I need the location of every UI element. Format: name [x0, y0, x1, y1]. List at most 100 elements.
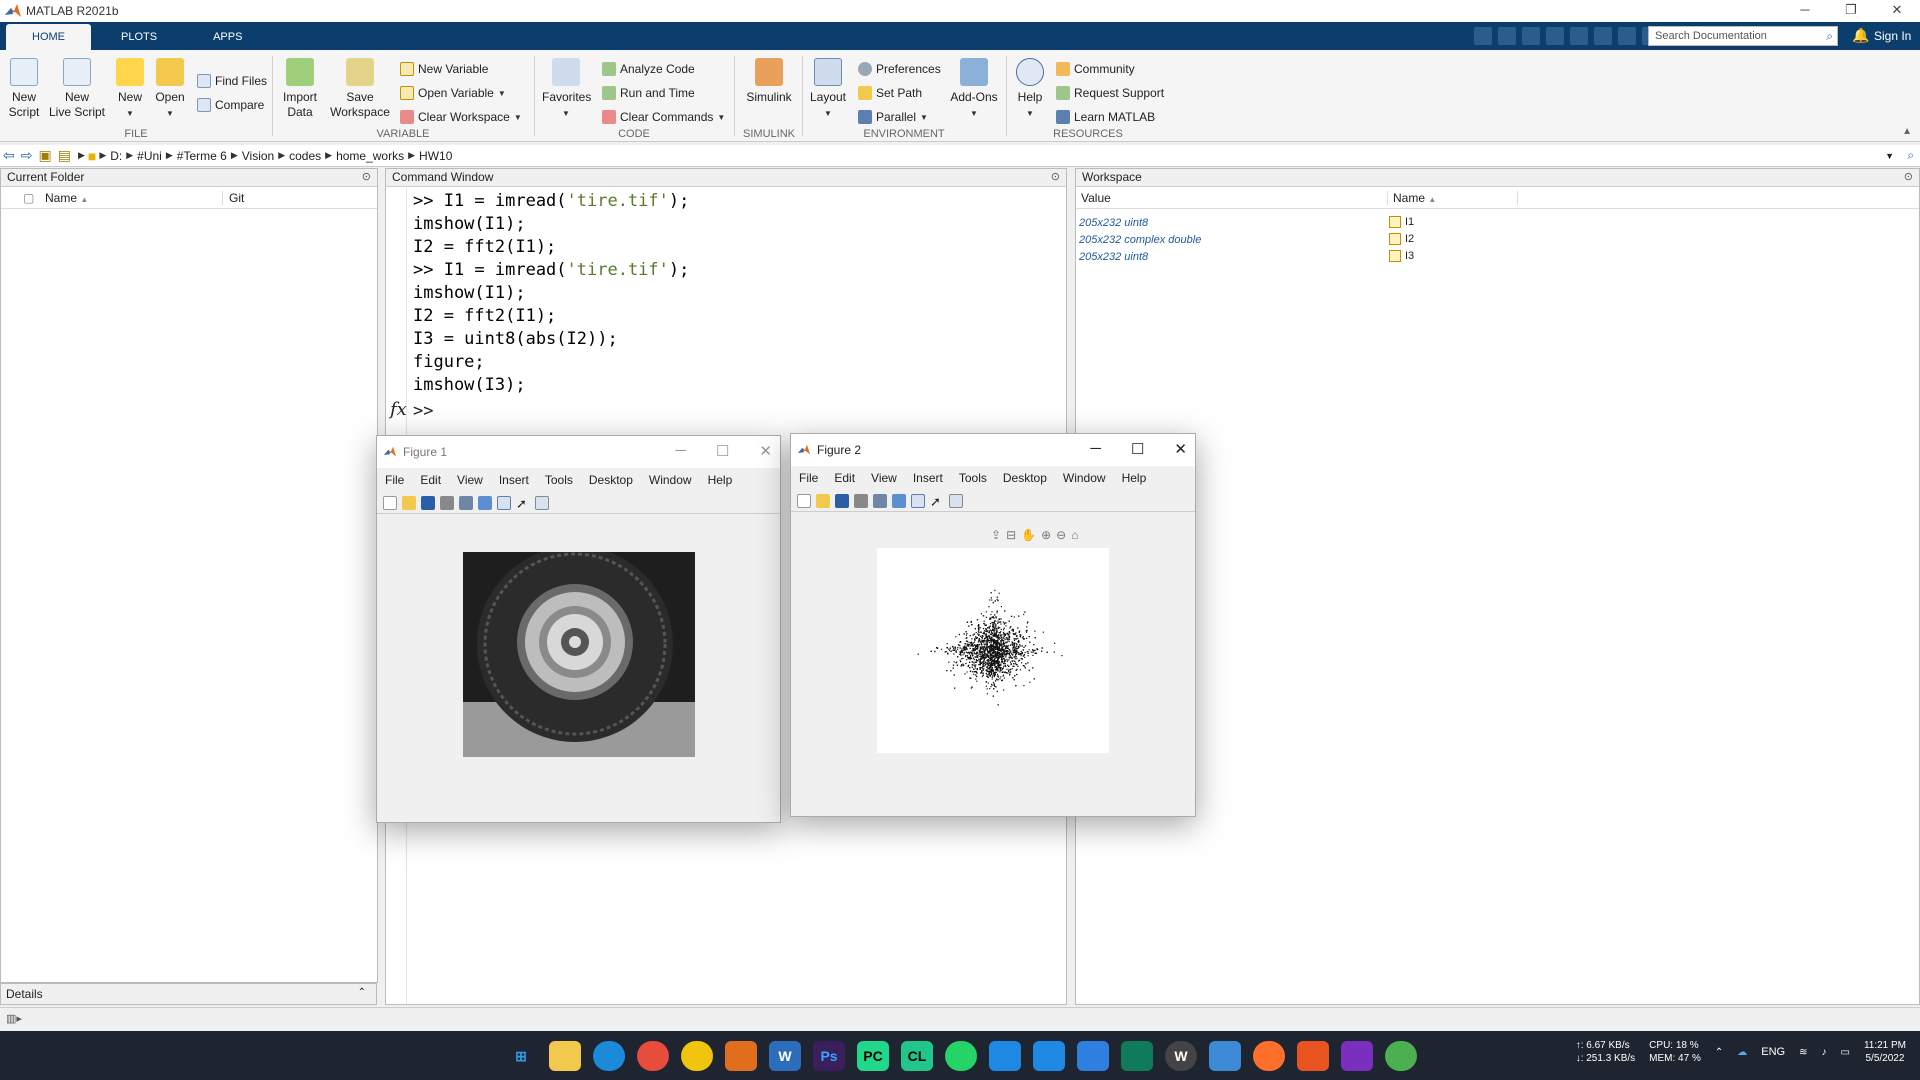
analyze-code-button[interactable]: Analyze Code [602, 62, 695, 76]
help-button[interactable]: Help ▼ [1012, 58, 1048, 121]
property-inspector-icon[interactable] [535, 495, 549, 510]
ubuntu-icon[interactable] [1297, 1041, 1329, 1071]
zoom-out-icon[interactable]: ⊖ [1056, 528, 1066, 542]
address-dropdown-icon[interactable]: ▼ [1885, 151, 1894, 161]
panel-menu-icon[interactable]: ⊙ [1051, 170, 1060, 183]
clock-date[interactable]: 5/5/2022 [1864, 1052, 1906, 1065]
colorbar-icon[interactable] [892, 493, 906, 508]
edge-browser-icon[interactable] [593, 1041, 625, 1071]
file-explorer-icon[interactable] [549, 1041, 581, 1071]
figure-1-window[interactable]: Figure 1 ─ ☐ ✕ File Edit View Insert Tools… [376, 435, 781, 823]
run-and-time-button[interactable]: Run and Time [602, 86, 695, 100]
search-documentation-input[interactable]: Search Documentation ⌕ [1648, 26, 1838, 46]
notification-bell-icon[interactable]: 🔔 [1852, 27, 1869, 43]
legend-icon[interactable] [911, 493, 925, 508]
restore-button[interactable]: ❐ [1828, 0, 1874, 22]
cursor-arrow-icon[interactable]: ➚ [516, 496, 530, 511]
column-name[interactable]: Name ▲ [41, 190, 223, 205]
clear-commands-button[interactable]: Clear Commands ▼ [602, 110, 725, 124]
cursor-arrow-icon[interactable]: ➚ [930, 494, 944, 509]
home-icon[interactable]: ⌂ [1071, 528, 1078, 542]
forward-arrow-icon[interactable]: ⇨ [21, 147, 33, 164]
learn-matlab-button[interactable]: Learn MATLAB [1056, 110, 1155, 124]
new-variable-button[interactable]: New Variable [400, 62, 488, 76]
minimize-button[interactable]: ─ [675, 442, 686, 460]
cut-icon[interactable] [1498, 27, 1516, 45]
colorbar-icon[interactable] [478, 495, 492, 510]
wifi-icon[interactable]: ≋ [1799, 1047, 1807, 1058]
print-icon[interactable] [854, 493, 868, 508]
menu-window[interactable]: Window [1055, 471, 1114, 485]
copy-icon[interactable] [1522, 27, 1540, 45]
close-button[interactable]: ✕ [1174, 440, 1187, 458]
windows-start-icon[interactable]: ⊞ [505, 1041, 537, 1071]
pan-hand-icon[interactable]: ✋ [1021, 528, 1036, 542]
property-inspector-icon[interactable] [949, 493, 963, 508]
layout-button[interactable]: Layout ▼ [808, 58, 848, 121]
menu-tools[interactable]: Tools [537, 473, 581, 487]
menu-view[interactable]: View [863, 471, 905, 485]
community-button[interactable]: Community [1056, 62, 1135, 76]
visual-studio-icon[interactable] [1341, 1041, 1373, 1071]
menu-edit[interactable]: Edit [412, 473, 449, 487]
search-icon[interactable]: ⌕ [1826, 29, 1833, 44]
menu-help[interactable]: Help [700, 473, 741, 487]
up-folder-icon[interactable]: ▣ [38, 147, 51, 164]
breadcrumb-terme6[interactable]: #Terme 6 [177, 149, 227, 163]
new-figure-icon[interactable] [797, 493, 811, 508]
breadcrumb-codes[interactable]: codes [289, 149, 321, 163]
workspace-var-i1[interactable]: I1 [1389, 216, 1414, 228]
figure-2-window[interactable]: Figure 2 ─ ☐ ✕ File Edit View Insert Tools… [790, 433, 1196, 817]
panel-menu-icon[interactable]: ⊙ [1904, 170, 1913, 183]
menu-insert[interactable]: Insert [905, 471, 951, 485]
minimize-button[interactable]: ─ [1782, 0, 1828, 22]
menu-window[interactable]: Window [641, 473, 700, 487]
menu-tools[interactable]: Tools [951, 471, 995, 485]
menu-file[interactable]: File [377, 473, 412, 487]
cloud-icon[interactable]: ☁ [1737, 1047, 1747, 1058]
tab-home[interactable]: HOME [6, 24, 91, 50]
matlab-taskbar-icon[interactable] [725, 1041, 757, 1071]
save-icon[interactable] [421, 495, 435, 510]
menu-desktop[interactable]: Desktop [581, 473, 641, 487]
menu-file[interactable]: File [791, 471, 826, 485]
search-folder-icon[interactable]: ⌕ [1907, 148, 1914, 163]
request-support-button[interactable]: Request Support [1056, 86, 1164, 100]
clock-time[interactable]: 11:21 PM [1864, 1039, 1906, 1052]
column-value[interactable]: Value [1076, 190, 1388, 205]
print-icon[interactable] [440, 495, 454, 510]
tab-apps[interactable]: APPS [187, 24, 268, 50]
link-plot-icon[interactable] [873, 493, 887, 508]
menu-desktop[interactable]: Desktop [995, 471, 1055, 485]
figure-1-titlebar[interactable]: Figure 1 ─ ☐ ✕ [377, 436, 780, 468]
open-button[interactable]: Open ▼ [154, 58, 186, 121]
breadcrumb-hw10[interactable]: HW10 [419, 149, 452, 163]
preferences-button[interactable]: Preferences [858, 62, 941, 76]
new-live-script-button[interactable]: New Live Script [48, 58, 106, 120]
undo-icon[interactable] [1570, 27, 1588, 45]
battery-icon[interactable]: ▭ [1840, 1047, 1849, 1058]
opera-icon[interactable] [637, 1041, 669, 1071]
collapse-ribbon-icon[interactable]: ▲ [1902, 126, 1912, 137]
breadcrumb-vision[interactable]: Vision [242, 149, 274, 163]
legend-icon[interactable] [497, 495, 511, 510]
workspace-var-i3[interactable]: I3 [1389, 250, 1414, 262]
pen-icon[interactable] [1209, 1041, 1241, 1071]
redo-icon[interactable] [1594, 27, 1612, 45]
panel-menu-icon[interactable]: ⊙ [362, 170, 371, 183]
fx-function-browser-icon[interactable]: fx [390, 399, 407, 420]
speaker-icon[interactable]: ♪ [1821, 1047, 1826, 1058]
column-git[interactable]: Git [223, 191, 244, 205]
clear-workspace-button[interactable]: Clear Workspace ▼ [400, 110, 522, 124]
minimize-button[interactable]: ─ [1090, 440, 1101, 458]
parallel-button[interactable]: Parallel ▼ [858, 110, 928, 124]
new-button[interactable]: New ▼ [114, 58, 146, 121]
column-name[interactable]: Name ▲ [1388, 190, 1518, 205]
new-figure-icon[interactable] [383, 495, 397, 510]
tab-plots[interactable]: PLOTS [95, 24, 183, 50]
word-icon[interactable]: W [769, 1041, 801, 1071]
new-script-button[interactable]: New Script [6, 58, 42, 120]
pycharm-icon[interactable]: PC [857, 1041, 889, 1071]
store-icon[interactable] [1033, 1041, 1065, 1071]
compare-button[interactable]: Compare [197, 98, 264, 112]
